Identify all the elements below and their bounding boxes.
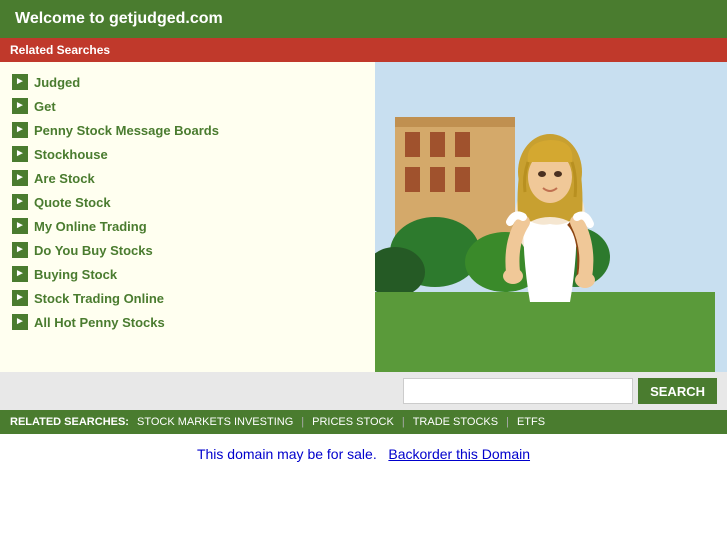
backorder-link[interactable]: Backorder this Domain: [388, 446, 530, 462]
list-item: ► Judged: [10, 70, 365, 94]
arrow-icon: ►: [12, 242, 28, 258]
hero-svg: [375, 62, 727, 372]
search-area: SEARCH: [0, 372, 727, 410]
separator-3: |: [506, 416, 509, 428]
right-panel: [375, 62, 727, 372]
arrow-icon: ►: [12, 170, 28, 186]
bottom-related-label: RELATED SEARCHES:: [10, 416, 129, 428]
list-item: ► All Hot Penny Stocks: [10, 310, 365, 334]
related-bar-label: Related Searches: [10, 43, 110, 57]
bottom-link-prices-stock[interactable]: PRICES STOCK: [312, 416, 394, 428]
bottom-link-trade-stocks[interactable]: TRADE STOCKS: [413, 416, 498, 428]
arrow-icon: ►: [12, 122, 28, 138]
bottom-link-stock-markets[interactable]: STOCK MARKETS INVESTING: [137, 416, 293, 428]
list-item: ► Buying Stock: [10, 262, 365, 286]
arrow-icon: ►: [12, 314, 28, 330]
separator-2: |: [402, 416, 405, 428]
link-buy-stocks[interactable]: Do You Buy Stocks: [34, 243, 153, 258]
arrow-icon: ►: [12, 290, 28, 306]
link-get[interactable]: Get: [34, 99, 56, 114]
link-online-trading[interactable]: My Online Trading: [34, 219, 147, 234]
list-item: ► Penny Stock Message Boards: [10, 118, 365, 142]
link-penny-stock[interactable]: Penny Stock Message Boards: [34, 123, 219, 138]
search-input[interactable]: [403, 378, 633, 404]
link-are-stock[interactable]: Are Stock: [34, 171, 95, 186]
hero-photo: [375, 62, 727, 372]
list-item: ► My Online Trading: [10, 214, 365, 238]
footer-text: This domain may be for sale.: [197, 446, 377, 462]
related-searches-bar: Related Searches: [0, 38, 727, 62]
link-quote-stock[interactable]: Quote Stock: [34, 195, 111, 210]
header-title: Welcome to getjudged.com: [15, 10, 223, 27]
arrow-icon: ►: [12, 266, 28, 282]
bottom-related-bar: RELATED SEARCHES: STOCK MARKETS INVESTIN…: [0, 410, 727, 434]
link-stockhouse[interactable]: Stockhouse: [34, 147, 108, 162]
bottom-link-etfs[interactable]: ETFS: [517, 416, 545, 428]
link-hot-penny-stocks[interactable]: All Hot Penny Stocks: [34, 315, 165, 330]
list-item: ► Quote Stock: [10, 190, 365, 214]
arrow-icon: ►: [12, 74, 28, 90]
separator-1: |: [301, 416, 304, 428]
list-item: ► Stock Trading Online: [10, 286, 365, 310]
arrow-icon: ►: [12, 98, 28, 114]
link-stock-trading-online[interactable]: Stock Trading Online: [34, 291, 164, 306]
list-item: ► Are Stock: [10, 166, 365, 190]
list-item: ► Get: [10, 94, 365, 118]
arrow-icon: ►: [12, 146, 28, 162]
list-item: ► Do You Buy Stocks: [10, 238, 365, 262]
search-button[interactable]: SEARCH: [638, 378, 717, 404]
link-buying-stock[interactable]: Buying Stock: [34, 267, 117, 282]
list-item: ► Stockhouse: [10, 142, 365, 166]
page-header: Welcome to getjudged.com: [0, 0, 727, 38]
arrow-icon: ►: [12, 194, 28, 210]
main-content: ► Judged ► Get ► Penny Stock Message Boa…: [0, 62, 727, 372]
arrow-icon: ►: [12, 218, 28, 234]
link-judged[interactable]: Judged: [34, 75, 80, 90]
left-panel: ► Judged ► Get ► Penny Stock Message Boa…: [0, 62, 375, 372]
footer: This domain may be for sale. Backorder t…: [0, 434, 727, 474]
